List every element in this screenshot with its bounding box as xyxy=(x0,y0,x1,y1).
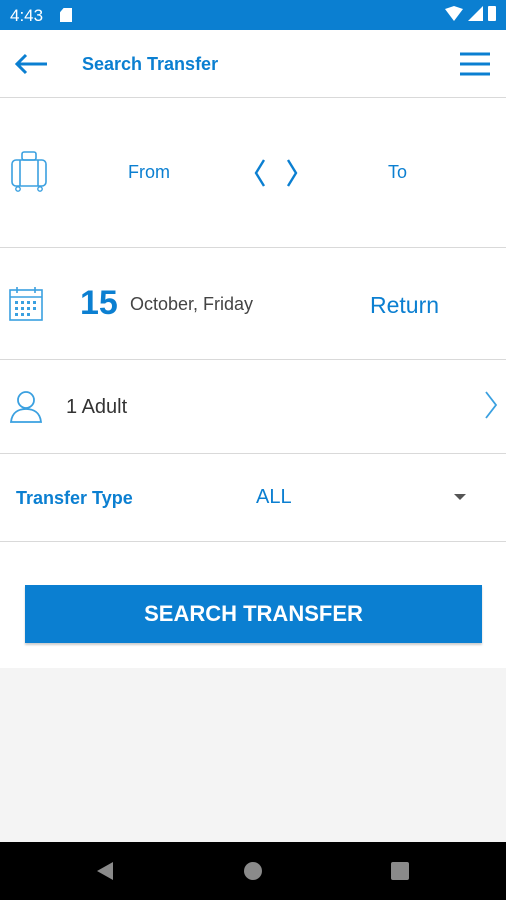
to-field[interactable]: To xyxy=(388,162,407,183)
luggage-icon xyxy=(11,151,47,192)
status-icons xyxy=(445,6,496,21)
back-triangle-icon[interactable] xyxy=(97,862,113,880)
transfer-type-label: Transfer Type xyxy=(16,488,133,508)
swap-button[interactable] xyxy=(254,156,298,190)
passenger-selector[interactable]: 1 Adult xyxy=(0,360,506,454)
from-field[interactable]: From xyxy=(128,162,170,183)
transfer-type-select[interactable]: ALL xyxy=(240,474,490,520)
swap-chevrons-icon xyxy=(254,159,298,187)
hamburger-menu-icon xyxy=(460,52,490,76)
page-title: Search Transfer xyxy=(82,54,219,74)
date-row: 15 October, Friday Return xyxy=(0,248,506,360)
dropdown-arrow-icon xyxy=(454,494,466,500)
status-time: 4:43 xyxy=(10,6,44,25)
calendar-icon xyxy=(9,287,43,321)
wifi-icon xyxy=(445,6,463,21)
arrow-left-icon xyxy=(14,53,47,75)
transfer-type-value: ALL xyxy=(256,486,292,508)
signal-icon xyxy=(468,6,483,21)
status-bar: 4:43 xyxy=(0,0,506,30)
route-row: From To xyxy=(0,98,506,248)
system-nav-bar xyxy=(0,842,506,900)
chevron-right-icon xyxy=(485,391,498,419)
main-content: Search Transfer From To 15 October, Frid… xyxy=(0,30,506,668)
recents-square-icon[interactable] xyxy=(391,862,409,880)
battery-icon xyxy=(488,6,496,21)
back-button[interactable] xyxy=(14,52,50,76)
sd-card-icon xyxy=(60,8,72,22)
home-circle-icon[interactable] xyxy=(244,862,262,880)
app-header: Search Transfer xyxy=(0,30,506,98)
departure-month-weekday[interactable]: October, Friday xyxy=(130,294,253,315)
departure-day[interactable]: 15 xyxy=(80,284,118,323)
search-transfer-button[interactable]: SEARCH TRANSFER xyxy=(25,585,482,643)
user-icon xyxy=(10,391,42,423)
menu-button[interactable] xyxy=(458,50,492,78)
passenger-count: 1 Adult xyxy=(66,396,128,418)
return-button[interactable]: Return xyxy=(370,292,439,319)
transfer-type-row: Transfer Type ALL xyxy=(0,454,506,542)
